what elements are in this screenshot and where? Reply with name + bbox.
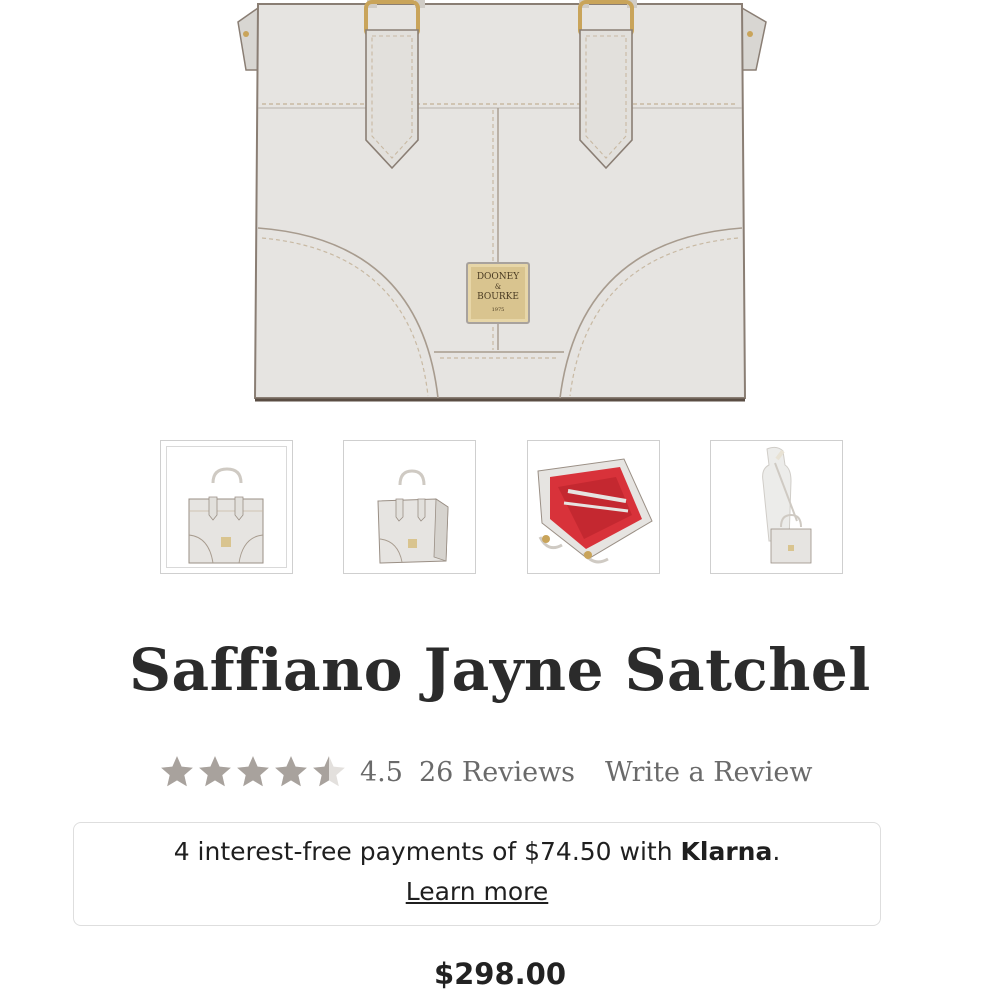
satchel-front-thumb-image [188, 467, 264, 564]
klarna-brand-name: Klarna [680, 837, 773, 866]
write-review-link[interactable]: Write a Review [605, 757, 812, 788]
product-hero-image[interactable]: DOONEY & BOURKE 1975 [0, 0, 1000, 420]
star-icon [313, 756, 345, 787]
thumbnail-interior[interactable] [527, 440, 660, 574]
star-icon [199, 756, 231, 787]
klarna-message: 4 interest-free payments of $74.50 with … [74, 837, 880, 866]
klarna-financing-box: 4 interest-free payments of $74.50 with … [73, 822, 881, 926]
satchel-on-form-thumb-image [762, 446, 812, 564]
thumbnail-front[interactable] [160, 440, 293, 574]
klarna-learn-more-link[interactable]: Learn more [74, 877, 880, 906]
klarna-text-before: 4 interest-free payments of $74.50 with [173, 837, 681, 866]
product-price: $298.00 [433, 957, 567, 991]
thumbnail-gallery [0, 440, 1000, 575]
thumbnail-on-form[interactable] [710, 440, 843, 574]
star-icon [237, 756, 269, 787]
satchel-illustration [237, 0, 767, 402]
satchel-interior-thumb-image [537, 458, 653, 564]
brand-logo-badge: DOONEY & BOURKE 1975 [466, 262, 530, 324]
star-icon [161, 756, 193, 787]
rating-row: 4.5 26 Reviews Write a Review [158, 748, 813, 796]
product-title: Saffiano Jayne Satchel [129, 636, 871, 704]
satchel-angled-thumb-image [377, 469, 449, 564]
rating-value: 4.5 [360, 756, 403, 788]
klarna-text-after: . [772, 837, 781, 866]
star-rating[interactable] [158, 753, 348, 791]
thumbnail-angled[interactable] [343, 440, 476, 574]
star-icon [275, 756, 307, 787]
reviews-count-link[interactable]: 26 Reviews [419, 757, 575, 788]
